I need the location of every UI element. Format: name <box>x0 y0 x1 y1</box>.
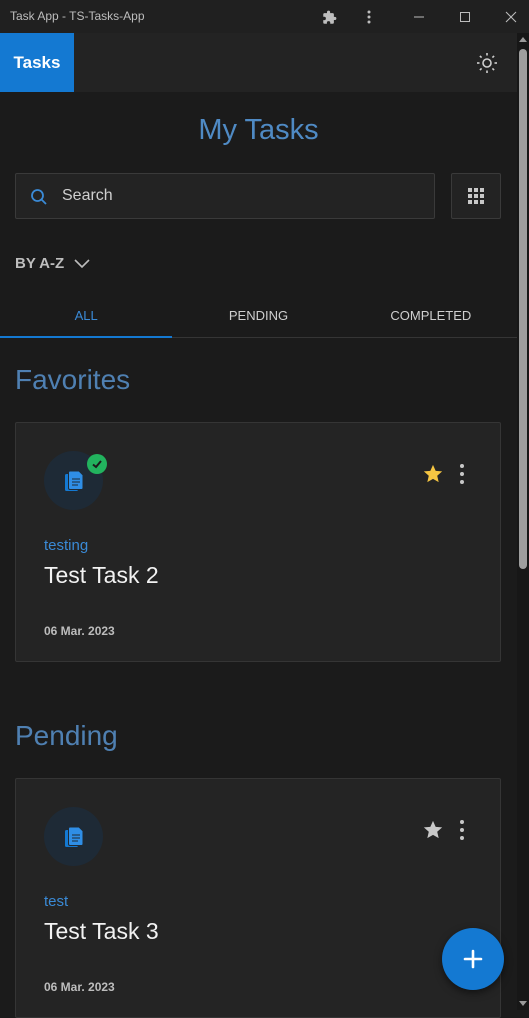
app-brand[interactable]: Tasks <box>0 33 74 92</box>
filter-tabs: ALL PENDING COMPLETED <box>0 292 517 338</box>
grid-view-button[interactable] <box>451 173 501 219</box>
scroll-down-arrow-icon[interactable] <box>519 1001 527 1006</box>
task-category: testing <box>44 537 89 554</box>
section-title-pending: Pending <box>15 720 118 751</box>
page-title: My Tasks <box>198 114 319 146</box>
task-name: Test Task 3 <box>44 918 159 944</box>
search-icon <box>30 188 48 211</box>
tab-pending[interactable]: PENDING <box>172 292 344 337</box>
extensions-icon[interactable] <box>318 6 340 28</box>
window-title: Task App - TS-Tasks-App <box>10 9 145 23</box>
search-box[interactable] <box>15 173 435 219</box>
task-card[interactable]: test Test Task 3 06 Mar. 2023 <box>15 778 501 1018</box>
favorite-star-icon[interactable] <box>422 819 444 841</box>
task-date: 06 Mar. 2023 <box>44 980 115 994</box>
kebab-menu-icon[interactable] <box>358 6 380 28</box>
section-title-favorites: Favorites <box>15 364 131 395</box>
task-category: test <box>44 893 69 910</box>
theme-toggle-sun-icon[interactable] <box>475 51 499 75</box>
add-task-button[interactable] <box>442 928 504 990</box>
chevron-down-icon <box>74 258 90 268</box>
maximize-icon[interactable] <box>454 6 476 28</box>
task-card[interactable]: testing Test Task 2 06 Mar. 2023 <box>15 422 501 662</box>
tab-completed[interactable]: COMPLETED <box>345 292 517 337</box>
plus-icon <box>463 949 483 969</box>
vertical-scrollbar[interactable] <box>517 33 529 1010</box>
task-name: Test Task 2 <box>44 562 159 588</box>
window-titlebar: Task App - TS-Tasks-App <box>0 0 529 33</box>
task-menu-icon[interactable] <box>456 463 468 485</box>
completed-check-icon <box>87 454 107 474</box>
task-avatar <box>44 807 103 866</box>
tab-all[interactable]: ALL <box>0 292 173 338</box>
sort-label: BY A-Z <box>15 255 65 272</box>
search-input[interactable] <box>62 174 422 218</box>
sort-dropdown[interactable]: BY A-Z <box>15 255 90 272</box>
document-icon <box>64 826 83 847</box>
scrollbar-thumb[interactable] <box>519 49 527 569</box>
scroll-up-arrow-icon[interactable] <box>519 37 527 42</box>
minimize-icon[interactable] <box>408 6 430 28</box>
task-date: 06 Mar. 2023 <box>44 624 115 638</box>
app-bar: Tasks <box>0 33 517 92</box>
document-icon <box>64 470 83 491</box>
grid-icon <box>468 188 484 204</box>
close-icon[interactable] <box>500 6 522 28</box>
task-menu-icon[interactable] <box>456 819 468 841</box>
favorite-star-icon[interactable] <box>422 463 444 485</box>
